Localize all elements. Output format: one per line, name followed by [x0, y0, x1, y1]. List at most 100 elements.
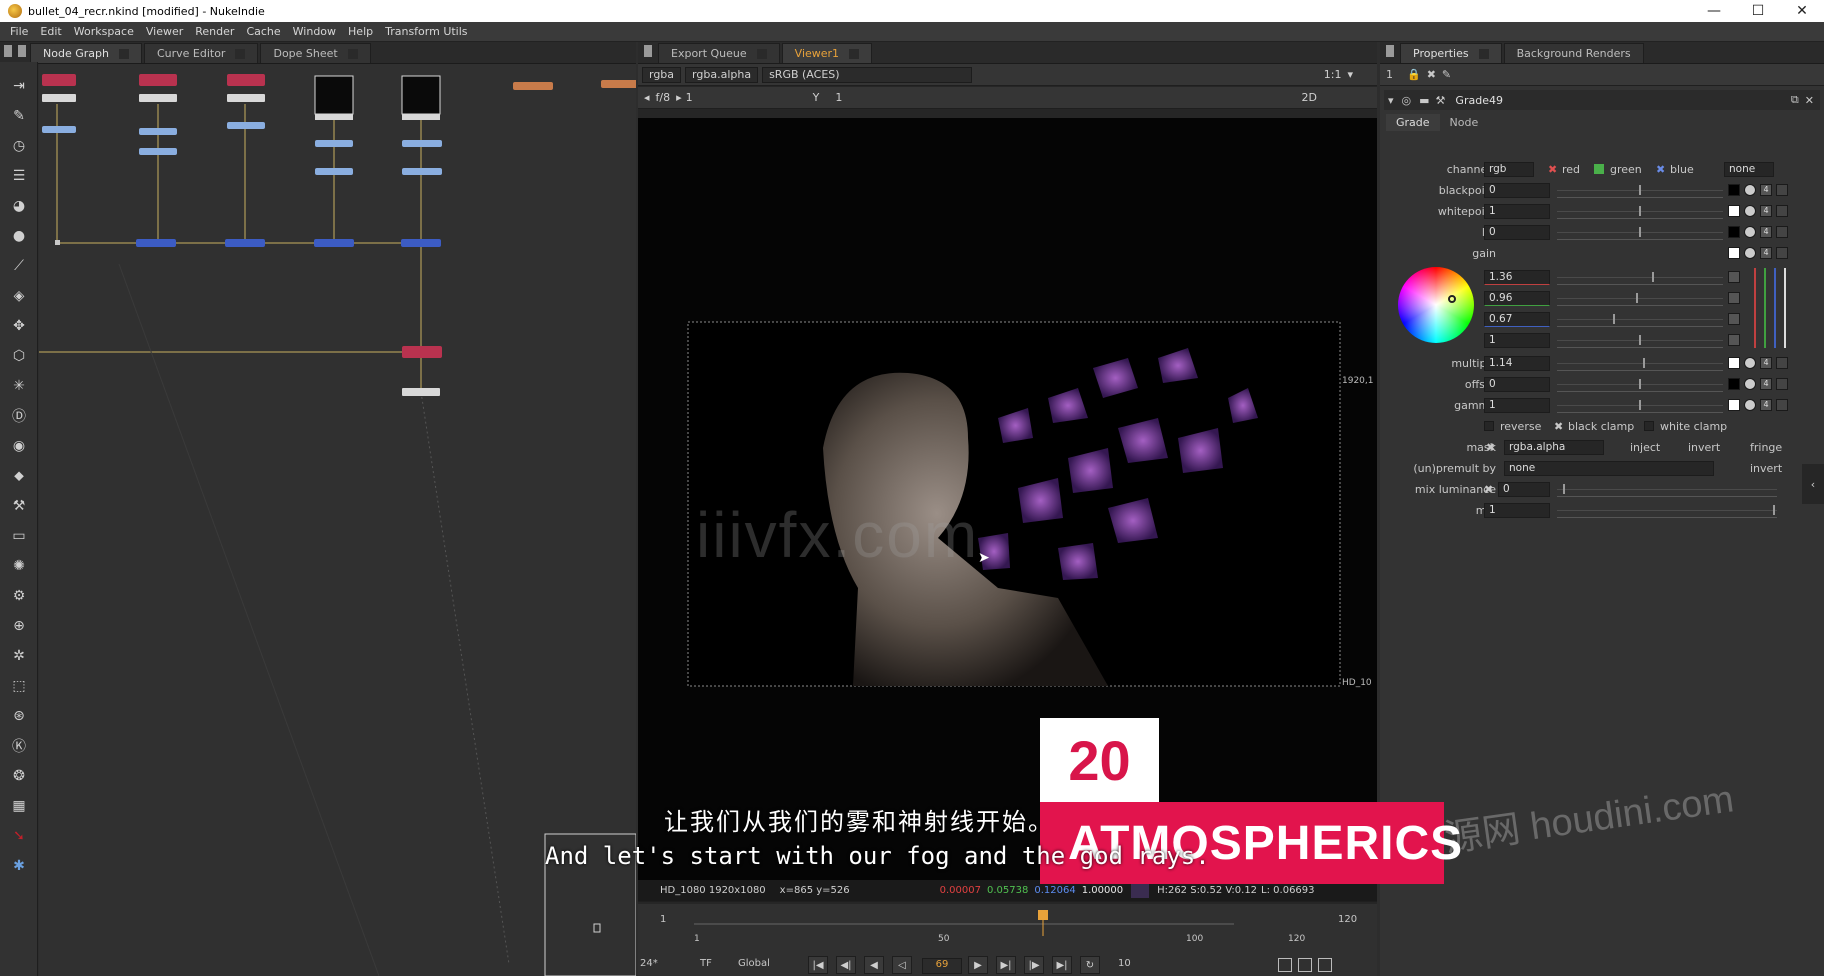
keyer-nodes-icon[interactable]: ⟋ [9, 256, 29, 276]
play-backward-icon[interactable]: ◁ [892, 956, 912, 974]
menu-file[interactable]: File [10, 25, 28, 38]
next-fstop-icon[interactable]: ▸ [676, 91, 682, 104]
read-node[interactable] [42, 74, 76, 86]
frame-step-value[interactable]: 10 [1118, 958, 1131, 969]
time-nodes-icon[interactable]: ◷ [9, 136, 29, 156]
flipbook-icon[interactable] [1298, 958, 1312, 972]
pane-grip-icon[interactable] [644, 45, 652, 57]
gain-r-bar[interactable] [1754, 268, 1756, 348]
channel-split-button[interactable]: 4 [1760, 357, 1772, 369]
mask-check-icon[interactable]: ✖ [1486, 441, 1495, 454]
channel-split-button[interactable]: 4 [1760, 247, 1772, 259]
maximize-button[interactable]: ☐ [1736, 0, 1780, 22]
offset-slider[interactable] [1557, 377, 1723, 392]
tab-curve-editor[interactable]: Curve Editor [143, 43, 259, 63]
collapse-panel-arrow-icon[interactable]: ‹ [1802, 464, 1824, 504]
offset-field[interactable]: 0 [1484, 376, 1550, 392]
color-swatch[interactable] [1728, 378, 1740, 390]
current-frame-field[interactable]: 69 [922, 958, 962, 974]
tab-grade[interactable]: Grade [1386, 114, 1440, 131]
animation-icon[interactable] [1776, 399, 1788, 411]
clear-panels-icon[interactable]: ✖ [1427, 68, 1436, 81]
black-clamp-check-icon[interactable]: ✖ [1554, 420, 1563, 433]
edit-icon[interactable]: ✎ [1442, 68, 1451, 81]
animation-icon[interactable] [1776, 184, 1788, 196]
gain-g-slider[interactable] [1557, 291, 1723, 306]
gain-r-slider[interactable] [1557, 270, 1723, 285]
node-graph-canvas[interactable] [39, 64, 636, 976]
read-node[interactable] [227, 74, 265, 86]
transform-nodes-icon[interactable]: ✥ [9, 316, 29, 336]
menu-cache[interactable]: Cache [246, 25, 280, 38]
export-icon[interactable] [1318, 958, 1332, 972]
furnace-icon[interactable]: ✺ [9, 556, 29, 576]
color-wheel-icon[interactable] [1744, 378, 1756, 390]
mix-luminance-slider[interactable] [1557, 482, 1777, 497]
tab-close-icon[interactable] [1478, 48, 1489, 59]
dot-node[interactable] [139, 94, 177, 102]
multiply-slider[interactable] [1557, 356, 1723, 371]
plugin-d-icon[interactable]: ⬚ [9, 676, 29, 696]
particles-nodes-icon[interactable]: ✳ [9, 376, 29, 396]
first-frame-icon[interactable]: |◀ [808, 956, 828, 974]
slider-knob[interactable] [1639, 399, 1641, 410]
menu-workspace[interactable]: Workspace [74, 25, 134, 38]
minimize-button[interactable]: — [1692, 0, 1736, 22]
gain-b-field[interactable]: 0.67 [1484, 311, 1550, 327]
plugin-f-icon[interactable]: Ⓚ [9, 736, 29, 756]
merge-node[interactable] [136, 239, 176, 247]
views-nodes-icon[interactable]: ◉ [9, 436, 29, 456]
slider-knob[interactable] [1639, 378, 1641, 389]
channel-nodes-icon[interactable]: ☰ [9, 166, 29, 186]
loop-icon[interactable]: ↻ [1080, 956, 1100, 974]
plugin-b-icon[interactable]: ⊕ [9, 616, 29, 636]
blackpoint-field[interactable]: 0 [1484, 182, 1550, 198]
tab-background-renders[interactable]: Background Renders [1503, 43, 1644, 63]
grade-node[interactable] [139, 148, 177, 155]
node-wrench-icon[interactable]: ⚒ [1436, 94, 1446, 107]
mix-field[interactable]: 1 [1484, 502, 1550, 518]
tab-node-graph[interactable]: Node Graph [30, 43, 142, 63]
gamma-field[interactable]: 1 [1484, 397, 1550, 413]
plugin-e-icon[interactable]: ⊛ [9, 706, 29, 726]
gain-b-toggle-icon[interactable] [1728, 313, 1740, 325]
prev-fstop-icon[interactable]: ◂ [644, 91, 650, 104]
pane-grip-icon[interactable] [1386, 45, 1394, 57]
color-wheel-icon[interactable] [1744, 205, 1756, 217]
gain-b-slider[interactable] [1557, 312, 1723, 327]
merge-node[interactable] [225, 239, 265, 247]
close-window-button[interactable]: ✕ [1780, 0, 1824, 22]
green-check-icon[interactable] [1594, 164, 1604, 174]
tab-close-icon[interactable] [118, 48, 129, 59]
scope-dropdown[interactable]: Global [738, 958, 770, 969]
navigator-view-rect[interactable] [593, 923, 601, 933]
float-panel-icon[interactable]: ⧉ [1791, 93, 1799, 107]
read-node-label[interactable] [402, 114, 440, 120]
dot-node[interactable] [42, 94, 76, 102]
arrow-tool-icon[interactable]: ➘ [9, 826, 29, 846]
red-check-icon[interactable]: ✖ [1548, 163, 1557, 176]
y-value[interactable]: 1 [835, 91, 842, 104]
extra-channel-dropdown[interactable]: none [1724, 161, 1774, 177]
menu-edit[interactable]: Edit [40, 25, 61, 38]
lock-icon[interactable]: 🔒 [1407, 68, 1421, 81]
blackpoint-slider[interactable] [1557, 183, 1723, 198]
grade-node[interactable] [402, 168, 442, 175]
frame-value[interactable]: 1 [686, 91, 693, 104]
channels-dropdown[interactable]: rgb [1484, 161, 1534, 177]
lift-slider[interactable] [1557, 225, 1723, 240]
other-nodes-icon[interactable]: ▭ [9, 526, 29, 546]
slider-knob[interactable] [1643, 357, 1645, 368]
mix-luminance-check-icon[interactable]: ✖ [1484, 483, 1493, 496]
mask-dropdown[interactable]: rgba.alpha [1504, 439, 1604, 455]
fps-dropdown[interactable]: 24* [640, 958, 658, 969]
color-wheel-icon[interactable] [1744, 247, 1756, 259]
tab-node[interactable]: Node [1440, 114, 1489, 131]
blue-check-icon[interactable]: ✖ [1656, 163, 1665, 176]
tab-viewer1[interactable]: Viewer1 [781, 43, 873, 63]
gain-g-toggle-icon[interactable] [1728, 292, 1740, 304]
color-swatch[interactable] [1728, 226, 1740, 238]
prev-keyframe-icon[interactable]: ◀| [836, 956, 856, 974]
slider-knob[interactable] [1613, 313, 1615, 324]
channel-split-button[interactable]: 4 [1760, 399, 1772, 411]
